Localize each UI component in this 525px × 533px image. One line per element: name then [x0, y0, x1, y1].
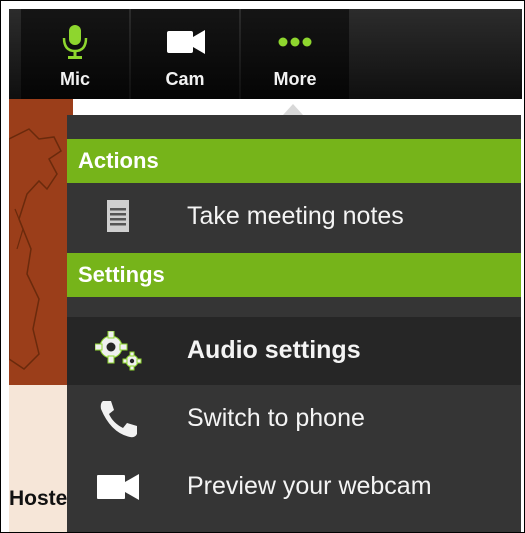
more-button[interactable]: More	[241, 9, 349, 99]
microphone-icon	[21, 25, 129, 59]
meeting-window: Mic Cam More Hoste Actions Take meeting …	[0, 0, 525, 533]
host-label-partial: Hoste	[9, 487, 68, 510]
more-label: More	[273, 69, 317, 89]
section-header-actions: Actions	[67, 139, 521, 183]
gears-icon	[95, 331, 142, 371]
menu-item-preview-webcam[interactable]: Preview your webcam	[67, 453, 521, 521]
notepad-icon	[107, 200, 129, 232]
world-map-graphic	[9, 128, 62, 370]
menu-item-switch-to-phone[interactable]: Switch to phone	[67, 385, 521, 453]
webcam-icon	[97, 474, 139, 500]
more-dropdown-menu: Actions Take meeting notes Settings Audi…	[67, 115, 521, 532]
section-header-settings: Settings	[67, 253, 521, 297]
mic-label: Mic	[59, 69, 90, 89]
menu-item-audio-settings[interactable]: Audio settings	[67, 317, 521, 385]
menu-item-label: Switch to phone	[187, 404, 365, 432]
phone-icon	[100, 401, 137, 438]
top-toolbar: Mic Cam More	[9, 9, 522, 99]
menu-item-take-meeting-notes[interactable]: Take meeting notes	[67, 183, 521, 251]
mic-button[interactable]: Mic	[21, 9, 129, 99]
menu-pointer	[283, 104, 303, 115]
menu-item-label: Audio settings	[187, 336, 361, 364]
more-dots-icon	[241, 25, 349, 59]
cam-button[interactable]: Cam	[131, 9, 239, 99]
section-title-settings: Settings	[78, 262, 165, 287]
menu-item-label: Preview your webcam	[187, 472, 432, 500]
cam-label: Cam	[165, 69, 205, 89]
section-title-actions: Actions	[78, 148, 159, 173]
menu-item-label: Take meeting notes	[187, 202, 404, 230]
video-camera-icon	[131, 25, 239, 59]
